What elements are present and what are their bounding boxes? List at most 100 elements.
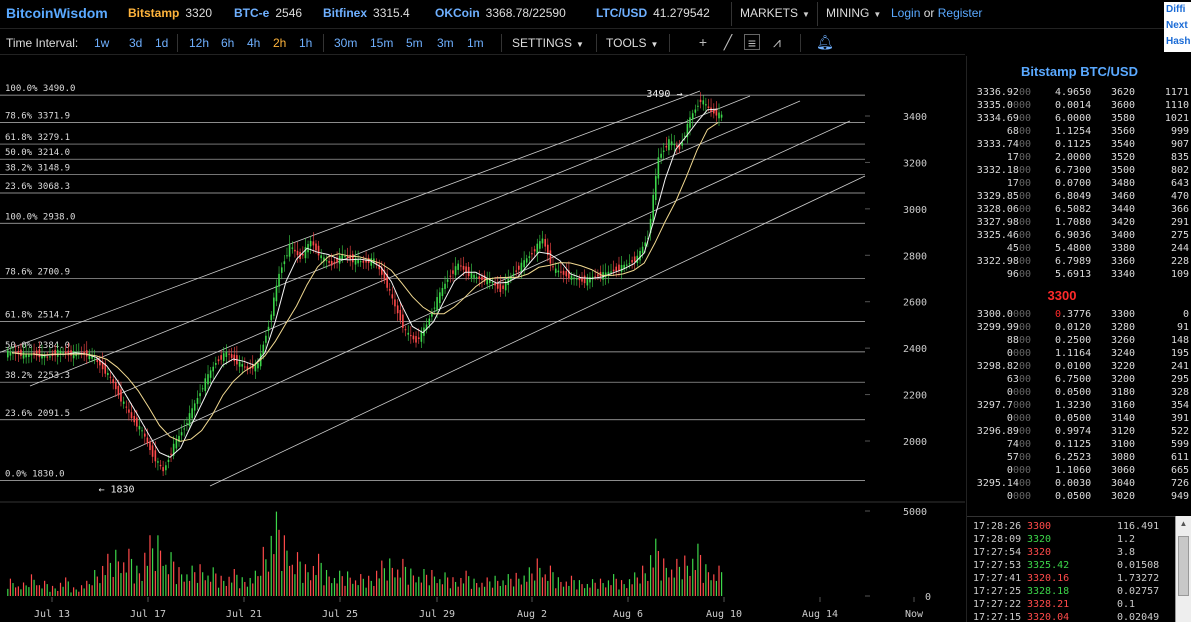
candle-body [520,262,523,272]
volume-bar [283,535,285,596]
price-chart[interactable]: 100.0% 3490.0 78.6% 3371.9 61.8% 3279.1 50.… [0,56,965,622]
bid-row: 3295.1400 0.0030 3040 726 [967,477,1191,490]
depth-cumulative: 599 [1170,439,1189,450]
volume-bar [104,575,106,596]
trendline-icon[interactable]: ╱ [720,34,736,50]
candle-body [578,278,581,281]
volume-bar [9,578,12,596]
volume-bar [275,511,278,596]
volume-bar [120,573,122,596]
order-amount: 0.0500 [1055,387,1092,398]
volume-bar [618,589,620,596]
depth-cumulative: 835 [1170,152,1189,163]
interval-1m[interactable]: 1m [467,36,484,50]
interval-1w[interactable]: 1w [94,36,109,50]
volume-bar [605,587,607,596]
fibonacci-fan-icon[interactable]: ⩘ [769,34,785,50]
ticker-btce[interactable]: BTC-e 2546 [234,6,302,20]
depth-cumulative: 295 [1170,374,1189,385]
interval-12h[interactable]: 12h [189,36,209,50]
candle-body [452,270,454,274]
orderbook-title: Bitstamp BTC/USD [1020,64,1138,79]
order-amount: 6.7300 [1055,165,1092,176]
depth-level: 3060 [1111,465,1136,476]
volume-bar [462,583,465,596]
bid-row: 3297.7000 1.3230 3160 354 [967,399,1191,412]
crosshair-icon[interactable]: + [695,34,711,50]
ticker-bitfinex[interactable]: Bitfinex 3315.4 [323,6,410,20]
volume-bar [620,580,623,596]
candle-body [668,139,670,151]
candle-body [444,283,446,289]
candle-body [280,267,283,273]
candle-body [212,366,215,372]
mining-stats-box[interactable]: Diffi Next Hash [1164,2,1191,52]
interval-1h[interactable]: 1h [299,36,312,50]
order-price: 3322.9800 [976,256,1031,267]
order-price: 9600 [1006,269,1031,280]
trade-time: 17:27:54 [973,547,1022,558]
volume-bar [25,585,27,596]
scroll-up-icon[interactable]: ▲ [1178,518,1189,530]
volume-bar [489,581,491,596]
tools-menu[interactable]: TOOLS ▼ [606,36,658,50]
depth-level: 3540 [1111,139,1136,150]
mining-menu[interactable]: MINING ▼ [826,6,881,20]
candle-body [470,272,473,279]
trade-amount: 1.73272 [1117,573,1160,584]
x-tick-label: Aug 10 [706,609,742,620]
order-price: 3298.8200 [976,361,1031,372]
volume-bar [433,576,436,596]
interval-30m[interactable]: 30m [334,36,357,50]
trades-scrollbar[interactable]: ▲ [1175,516,1191,622]
interval-2h[interactable]: 2h [273,36,286,50]
bid-row: 3299.9900 0.0120 3280 91 [967,321,1191,334]
volume-bar [86,580,88,596]
bid-row: 3300.0000 0.3776 3300 0 [967,308,1191,321]
trade-amount: 0.02049 [1117,612,1160,622]
divider [817,2,818,26]
volume-bar [299,561,301,596]
candle-body [565,271,568,277]
alert-bell-icon[interactable]: 🔔︎ [816,34,834,50]
order-amount: 0.9974 [1055,426,1092,437]
interval-5m[interactable]: 5m [406,36,423,50]
depth-cumulative: 907 [1170,139,1189,150]
trade-price: 3328.21 [1027,599,1070,610]
interval-1d[interactable]: 1d [155,36,168,50]
volume-bar [515,572,517,596]
order-price: 6800 [1006,126,1031,137]
interval-6h[interactable]: 6h [221,36,234,50]
order-amount: 0.0100 [1055,361,1092,372]
chart-canvas[interactable]: 100.0% 3490.0 78.6% 3371.9 61.8% 3279.1 50.… [0,56,965,622]
interval-3m[interactable]: 3m [437,36,454,50]
login-link[interactable]: Login [891,6,920,20]
scroll-thumb[interactable] [1178,536,1189,596]
interval-4h[interactable]: 4h [247,36,260,50]
ask-row: 3328.0600 6.5082 3440 366 [967,203,1191,216]
volume-bar [370,580,372,596]
candle-body [618,264,620,271]
ticker-ltcusd[interactable]: LTC/USD 41.279542 [596,6,710,20]
volume-bar [49,591,51,596]
candle-body [665,145,668,148]
bid-row: 7400 0.1125 3100 599 [967,438,1191,451]
volume-bar [639,583,641,596]
interval-3d[interactable]: 3d [129,36,142,50]
candle-body [7,350,9,358]
ticker-bitstamp[interactable]: Bitstamp 3320 [128,6,212,20]
interval-15m[interactable]: 15m [370,36,393,50]
ticker-okcoin[interactable]: OKCoin 3368.78/22590 [435,6,566,20]
trades-list: 17:28:26 3300 116.491 17:28:09 3320 1.2 17:27:… [967,516,1175,622]
candle-body [496,283,499,289]
candle-body [273,297,275,316]
settings-menu[interactable]: SETTINGS ▼ [512,36,584,50]
depth-level: 3620 [1111,87,1136,98]
candle-body [362,260,365,263]
register-link[interactable]: Register [938,6,983,20]
markets-menu[interactable]: MARKETS ▼ [740,6,810,20]
brand-logo[interactable]: BitcoinWisdom [6,5,108,21]
candle-body [541,238,544,244]
horizontal-lines-icon[interactable]: ≡ [744,34,760,51]
candle-body [557,270,560,273]
